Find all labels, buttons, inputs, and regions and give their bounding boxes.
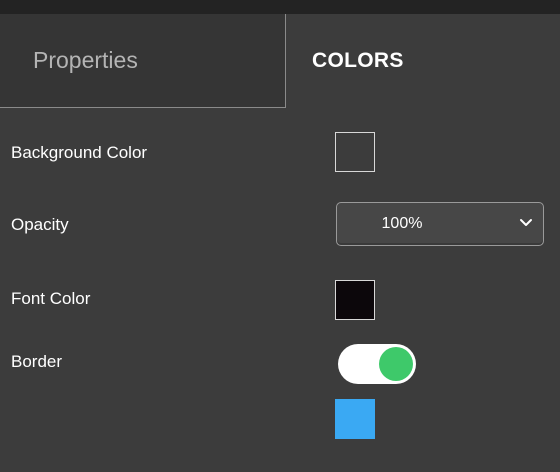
opacity-select[interactable]: 100%: [336, 202, 544, 246]
border-toggle[interactable]: [338, 344, 416, 384]
tab-colors-label: COLORS: [312, 49, 404, 72]
opacity-select-value: 100%: [381, 215, 423, 232]
background-color-swatch[interactable]: [335, 132, 375, 172]
chevron-down-icon: [520, 219, 532, 226]
properties-panel: { "tabs": [ { "label": "Properties", "ac…: [0, 0, 560, 472]
tab-bar: Properties COLORS: [0, 14, 560, 110]
border-color-swatch[interactable]: [335, 399, 375, 439]
border-toggle-knob: [379, 347, 413, 381]
font-color-label: Font Color: [11, 289, 91, 308]
background-color-label: Background Color: [11, 143, 148, 162]
tab-properties[interactable]: Properties: [0, 14, 286, 108]
tab-properties-label: Properties: [33, 47, 138, 73]
top-bar: [0, 0, 560, 14]
tab-colors[interactable]: COLORS: [287, 14, 560, 108]
border-label: Border: [11, 352, 63, 371]
font-color-swatch[interactable]: [335, 280, 375, 320]
opacity-label: Opacity: [11, 215, 69, 234]
